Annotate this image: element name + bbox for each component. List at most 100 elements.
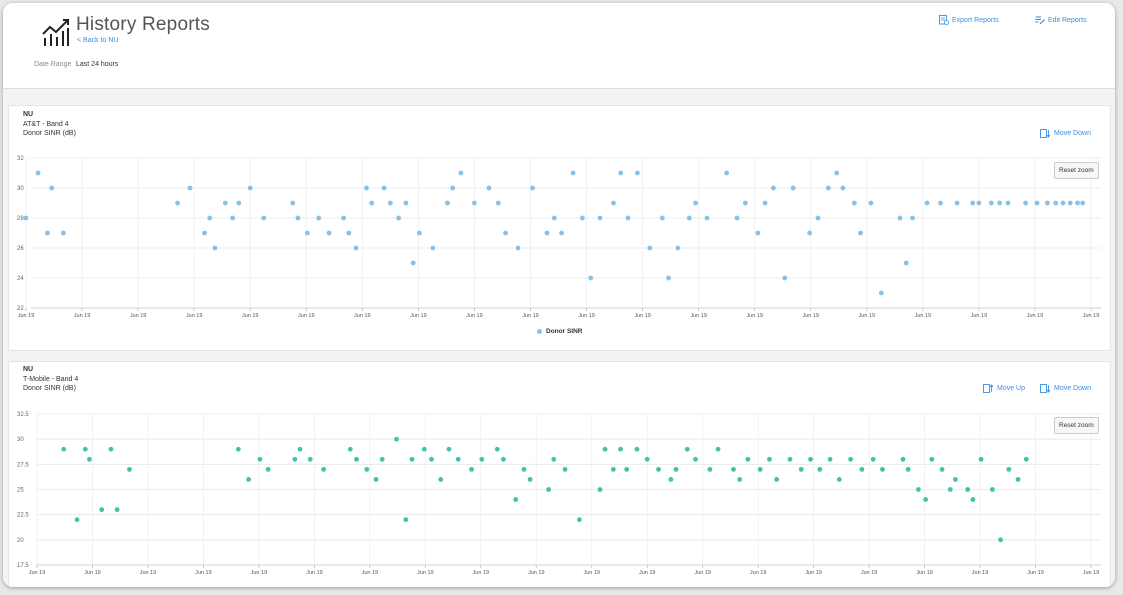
- data-point[interactable]: [782, 275, 788, 281]
- data-point[interactable]: [446, 446, 452, 452]
- data-point[interactable]: [870, 456, 876, 462]
- data-point[interactable]: [353, 245, 359, 251]
- data-point[interactable]: [644, 456, 650, 462]
- data-point[interactable]: [127, 466, 132, 472]
- data-point[interactable]: [341, 215, 347, 221]
- data-point[interactable]: [1060, 200, 1066, 206]
- data-point[interactable]: [257, 456, 263, 462]
- data-point[interactable]: [742, 200, 748, 206]
- data-point[interactable]: [618, 446, 623, 452]
- data-point[interactable]: [364, 466, 370, 472]
- data-point[interactable]: [562, 466, 568, 472]
- data-point[interactable]: [647, 245, 653, 251]
- data-point[interactable]: [597, 215, 603, 221]
- data-point[interactable]: [1006, 466, 1012, 472]
- data-point[interactable]: [1080, 200, 1086, 206]
- data-point[interactable]: [757, 466, 763, 472]
- data-point[interactable]: [686, 215, 692, 221]
- data-point[interactable]: [938, 200, 943, 206]
- data-point[interactable]: [381, 185, 387, 191]
- chart-att-sinr[interactable]: 22 24 26 28 30 32 Jun 19 Jun 19 Jun 19 Jun 19 Jun …: [9, 106, 1110, 350]
- data-point[interactable]: [49, 185, 55, 191]
- data-point[interactable]: [673, 466, 679, 472]
- back-link[interactable]: < Back to NU: [77, 37, 118, 44]
- data-point[interactable]: [346, 230, 352, 236]
- data-point[interactable]: [1034, 200, 1040, 206]
- data-point[interactable]: [304, 230, 310, 236]
- data-point[interactable]: [469, 466, 474, 472]
- data-point[interactable]: [924, 200, 930, 206]
- data-point[interactable]: [292, 456, 298, 462]
- data-point[interactable]: [952, 477, 958, 482]
- data-point[interactable]: [798, 466, 804, 472]
- data-point[interactable]: [409, 456, 415, 462]
- data-point[interactable]: [755, 230, 761, 236]
- data-point[interactable]: [851, 200, 857, 206]
- data-point[interactable]: [494, 446, 500, 452]
- data-point[interactable]: [175, 200, 180, 206]
- data-point[interactable]: [187, 185, 193, 191]
- data-point[interactable]: [513, 497, 519, 502]
- export-reports-button[interactable]: Export Reports: [939, 15, 999, 25]
- data-point[interactable]: [354, 456, 359, 462]
- data-point[interactable]: [579, 215, 585, 221]
- data-point[interactable]: [479, 456, 485, 462]
- data-point[interactable]: [486, 185, 492, 191]
- data-point[interactable]: [527, 477, 533, 482]
- data-point[interactable]: [1075, 200, 1080, 206]
- data-point[interactable]: [684, 446, 690, 452]
- data-point[interactable]: [521, 466, 527, 472]
- data-point[interactable]: [910, 215, 915, 221]
- chart-legend[interactable]: Donor SINR: [537, 328, 582, 335]
- data-point[interactable]: [202, 230, 207, 236]
- reset-zoom-button[interactable]: Reset zoom: [1054, 162, 1099, 179]
- data-point[interactable]: [1067, 200, 1073, 206]
- data-point[interactable]: [762, 200, 768, 206]
- data-point[interactable]: [396, 215, 402, 221]
- data-point[interactable]: [825, 185, 831, 191]
- data-point[interactable]: [438, 477, 444, 482]
- data-point[interactable]: [618, 170, 624, 176]
- data-point[interactable]: [715, 446, 721, 452]
- data-point[interactable]: [307, 456, 313, 462]
- data-point[interactable]: [774, 477, 780, 482]
- data-point[interactable]: [878, 290, 884, 296]
- data-point[interactable]: [570, 170, 576, 176]
- data-point[interactable]: [222, 200, 228, 206]
- data-point[interactable]: [290, 200, 296, 206]
- data-point[interactable]: [997, 200, 1003, 206]
- data-point[interactable]: [923, 497, 929, 502]
- data-point[interactable]: [495, 200, 501, 206]
- data-point[interactable]: [929, 456, 935, 462]
- data-point[interactable]: [787, 456, 793, 462]
- data-point[interactable]: [246, 477, 252, 482]
- data-point[interactable]: [602, 446, 608, 452]
- data-point[interactable]: [316, 215, 322, 221]
- data-point[interactable]: [230, 215, 235, 221]
- data-point[interactable]: [954, 200, 960, 206]
- data-point[interactable]: [880, 466, 885, 472]
- data-point[interactable]: [1023, 456, 1029, 462]
- data-point[interactable]: [45, 230, 50, 236]
- data-point[interactable]: [634, 170, 640, 176]
- data-point[interactable]: [387, 200, 393, 206]
- data-point[interactable]: [625, 215, 631, 221]
- data-point[interactable]: [429, 456, 434, 462]
- data-point[interactable]: [1023, 200, 1029, 206]
- data-point[interactable]: [1053, 200, 1059, 206]
- data-point[interactable]: [235, 446, 241, 452]
- data-point[interactable]: [666, 275, 671, 281]
- data-point[interactable]: [247, 185, 253, 191]
- data-point[interactable]: [988, 200, 994, 206]
- data-point[interactable]: [403, 517, 409, 523]
- data-point[interactable]: [916, 487, 921, 492]
- data-point[interactable]: [903, 260, 909, 266]
- data-point[interactable]: [815, 215, 821, 221]
- data-point[interactable]: [965, 487, 971, 492]
- data-point[interactable]: [745, 456, 751, 462]
- data-point[interactable]: [656, 466, 661, 472]
- data-point[interactable]: [939, 466, 945, 472]
- data-point[interactable]: [707, 466, 713, 472]
- data-point[interactable]: [114, 507, 120, 513]
- data-point[interactable]: [900, 456, 906, 462]
